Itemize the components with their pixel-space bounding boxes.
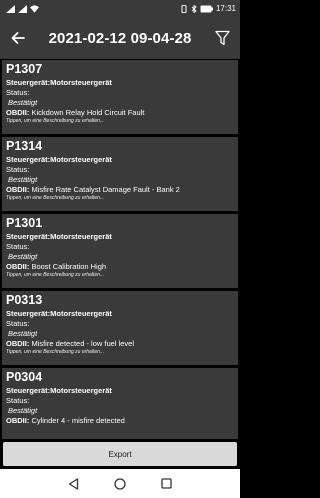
nav-back-button[interactable] <box>66 477 80 491</box>
fault-desc-prefix: OBDII: <box>6 108 30 117</box>
fault-status-value: Bestätigt <box>8 406 38 415</box>
triangle-back-icon <box>68 477 78 490</box>
fault-description: OBDII: Boost Calibration High <box>6 261 234 272</box>
fault-description: OBDII: Misfire detected - low fuel level <box>6 338 234 349</box>
fault-status-label: Status: <box>6 88 30 97</box>
fault-status-value: Bestätigt <box>8 98 38 107</box>
back-button[interactable] <box>0 17 36 59</box>
fault-status-value: Bestätigt <box>8 329 38 338</box>
bluetooth-icon <box>191 4 197 13</box>
clock-text: 17:31 <box>215 4 236 13</box>
vibrate-icon <box>181 4 187 13</box>
fault-list[interactable]: P1307 Steuergerät:Motorsteuergerät Statu… <box>0 59 240 439</box>
system-nav-bar <box>0 469 240 498</box>
wifi-icon <box>30 4 39 13</box>
fault-status-label: Status: <box>6 319 30 328</box>
page-title: 2021-02-12 09-04-28 <box>48 29 192 47</box>
fault-desc-text: Cylinder 4 - misfire detected <box>31 416 125 425</box>
fault-code: P1301 <box>6 216 43 230</box>
fault-ecu: Steuergerät:Motorsteuergerät <box>6 386 112 395</box>
filter-button[interactable] <box>204 17 240 59</box>
fault-desc-prefix: OBDII: <box>6 416 30 425</box>
fault-description: OBDII: Misfire Rate Catalyst Damage Faul… <box>6 184 234 195</box>
fault-card[interactable]: P0304 Steuergerät:Motorsteuergerät Statu… <box>2 368 238 439</box>
nav-recents-button[interactable] <box>160 477 174 491</box>
square-recents-icon <box>161 478 172 489</box>
fault-status-label: Status: <box>6 242 30 251</box>
battery-icon <box>200 5 213 12</box>
fault-ecu: Steuergerät:Motorsteuergerät <box>6 78 112 87</box>
fault-ecu: Steuergerät:Motorsteuergerät <box>6 232 112 241</box>
fault-description: OBDII: Cylinder 4 - misfire detected <box>6 415 234 426</box>
fault-desc-text: Kickdown Relay Hold Circuit Fault <box>31 108 145 117</box>
fault-desc-text: Misfire detected - low fuel level <box>31 339 134 348</box>
fault-desc-text: Boost Calibration High <box>31 262 107 271</box>
fault-desc-prefix: OBDII: <box>6 262 30 271</box>
fault-card[interactable]: P1301 Steuergerät:Motorsteuergerät Statu… <box>2 214 238 288</box>
app-bar: 2021-02-12 09-04-28 <box>0 17 240 59</box>
arrow-left-icon <box>11 32 25 44</box>
nav-home-button[interactable] <box>113 477 127 491</box>
fault-card[interactable]: P1307 Steuergerät:Motorsteuergerät Statu… <box>2 60 238 134</box>
fault-hint: Tippen, um eine Beschreibung zu erhalten… <box>6 349 105 355</box>
fault-hint: Tippen, um eine Beschreibung zu erhalten… <box>6 272 105 278</box>
fault-ecu: Steuergerät:Motorsteuergerät <box>6 309 112 318</box>
fault-code: P0304 <box>6 370 43 384</box>
signal-icon <box>6 4 15 13</box>
fault-desc-prefix: OBDII: <box>6 339 30 348</box>
status-bar: 17:31 <box>0 0 240 17</box>
fault-ecu: Steuergerät:Motorsteuergerät <box>6 155 112 164</box>
fault-code: P1314 <box>6 139 43 153</box>
footer: Export <box>0 439 240 469</box>
fault-status-label: Status: <box>6 165 30 174</box>
filter-icon <box>214 30 230 46</box>
fault-status-label: Status: <box>6 396 30 405</box>
signal-icon-2 <box>18 4 27 13</box>
fault-desc-prefix: OBDII: <box>6 185 30 194</box>
circle-home-icon <box>114 477 126 490</box>
fault-card[interactable]: P1314 Steuergerät:Motorsteuergerät Statu… <box>2 137 238 211</box>
fault-code: P0313 <box>6 293 43 307</box>
export-button[interactable]: Export <box>3 442 237 466</box>
fault-hint: Tippen, um eine Beschreibung zu erhalten… <box>6 195 105 201</box>
fault-code: P1307 <box>6 62 43 76</box>
fault-card[interactable]: P0313 Steuergerät:Motorsteuergerät Statu… <box>2 291 238 365</box>
status-bar-left <box>6 4 39 13</box>
fault-status-value: Bestätigt <box>8 252 38 261</box>
fault-status-value: Bestätigt <box>8 175 38 184</box>
fault-description: OBDII: Kickdown Relay Hold Circuit Fault <box>6 107 234 118</box>
fault-desc-text: Misfire Rate Catalyst Damage Fault - Ban… <box>31 185 180 194</box>
status-bar-right: 17:31 <box>180 4 236 13</box>
fault-hint: Tippen, um eine Beschreibung zu erhalten… <box>6 118 105 124</box>
